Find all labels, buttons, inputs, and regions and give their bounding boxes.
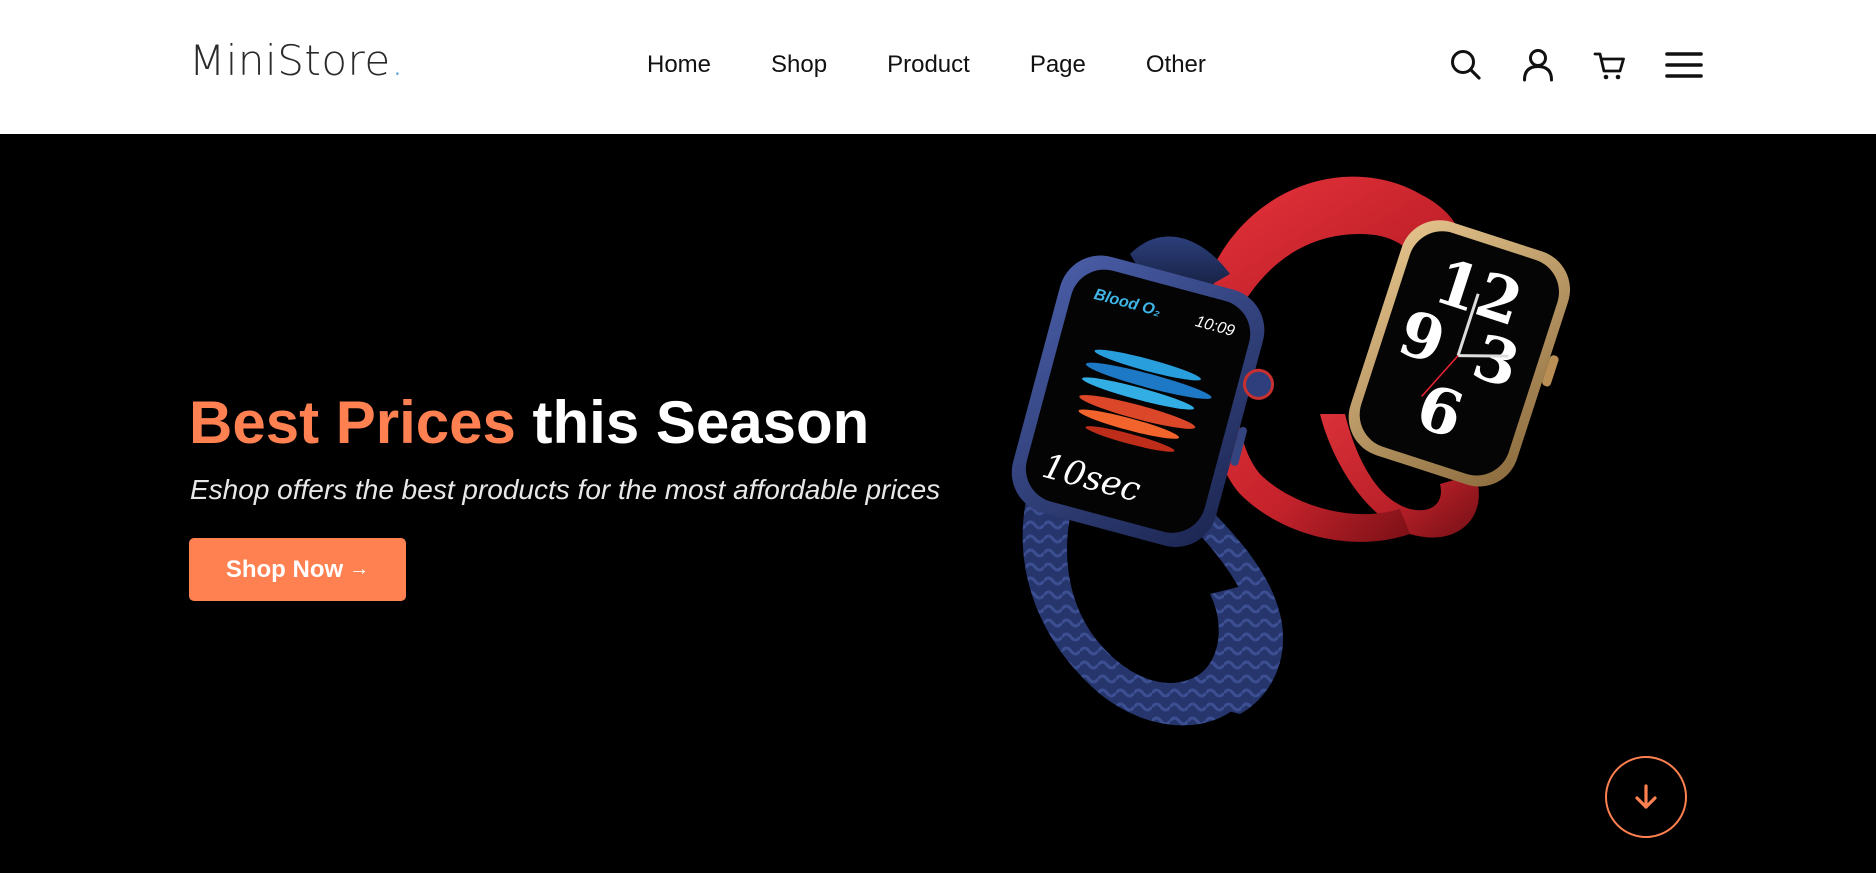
headline-accent: Best Prices bbox=[189, 389, 516, 456]
menu-icon[interactable] bbox=[1664, 47, 1704, 83]
user-icon[interactable] bbox=[1520, 47, 1556, 83]
user-icon-svg bbox=[1523, 49, 1553, 82]
cart-icon-svg bbox=[1593, 52, 1625, 80]
scroll-down-button[interactable] bbox=[1605, 756, 1687, 838]
logo[interactable]: MiniStore. bbox=[189, 36, 405, 86]
shop-now-button[interactable]: Shop Now → bbox=[189, 538, 406, 601]
logo-dot: . bbox=[390, 36, 405, 85]
search-icon[interactable] bbox=[1448, 47, 1484, 83]
cart-icon[interactable] bbox=[1592, 47, 1628, 83]
nav-item-page[interactable]: Page bbox=[1030, 48, 1086, 82]
hero-headline: Best Prices this Season bbox=[189, 388, 869, 458]
arrow-down-icon bbox=[1635, 784, 1657, 809]
menu-icon-svg bbox=[1665, 52, 1703, 78]
nav-item-home[interactable]: Home bbox=[647, 48, 711, 82]
shop-now-label: Shop Now bbox=[225, 555, 344, 583]
logo-text: MiniStore bbox=[189, 36, 391, 85]
hero-subtitle: Eshop offers the best products for the m… bbox=[190, 474, 941, 505]
main-nav: Home Shop Product Page Other bbox=[647, 48, 1206, 82]
hero-banner: Best Prices this Season Eshop offers the… bbox=[0, 134, 1876, 873]
arrow-right-icon: → bbox=[349, 558, 370, 580]
search-icon-svg bbox=[1451, 50, 1481, 80]
nav-item-shop[interactable]: Shop bbox=[771, 48, 827, 82]
headline-rest: this Season bbox=[532, 389, 870, 456]
nav-item-product[interactable]: Product bbox=[887, 48, 970, 82]
nav-item-other[interactable]: Other bbox=[1146, 48, 1206, 82]
header-icons bbox=[1448, 40, 1704, 90]
site-header: MiniStore. Home Shop Product Page Other bbox=[0, 0, 1876, 134]
smartwatch-product-image: 12 9 3 6 Blood O₂ 10:09 10sec bbox=[1011, 176, 1570, 726]
